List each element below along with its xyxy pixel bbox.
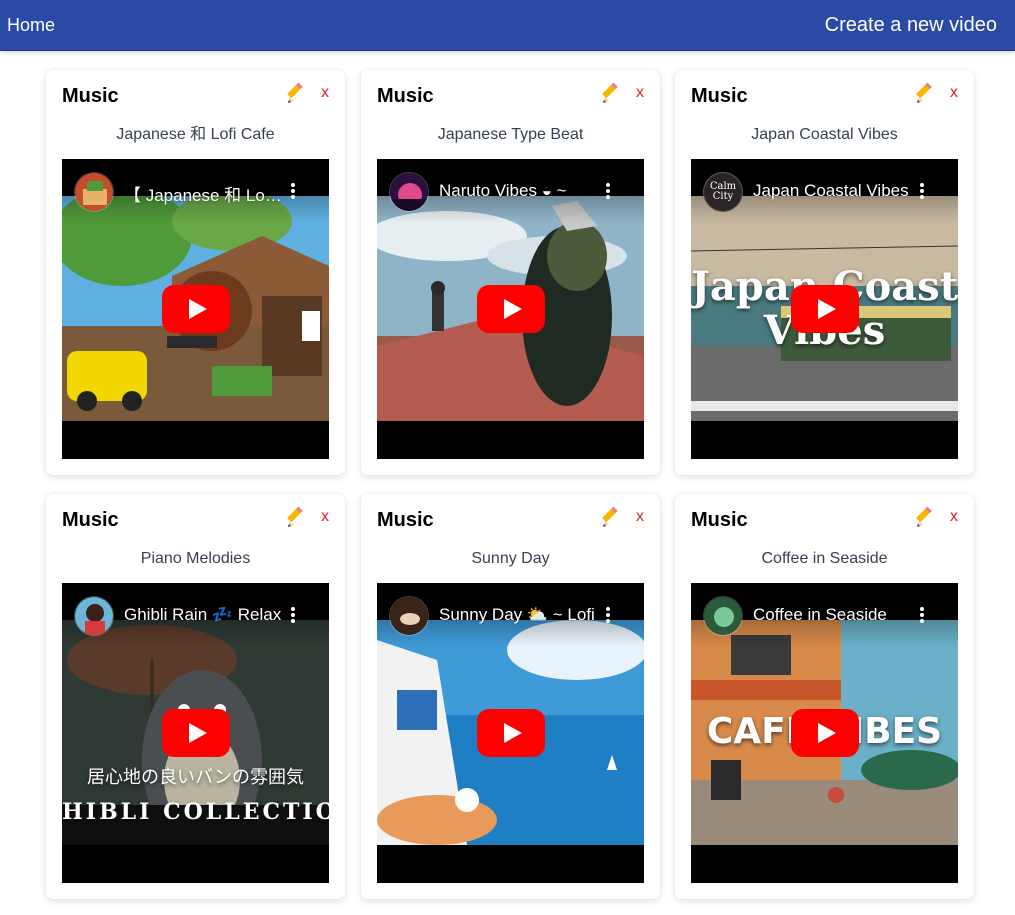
video-player[interactable]: CAFE VIBES Coffee in Seaside <box>691 583 958 883</box>
kebab-menu-icon[interactable] <box>600 183 616 199</box>
kebab-menu-icon[interactable] <box>914 607 930 623</box>
delete-button[interactable]: x <box>950 508 958 526</box>
pencil-icon[interactable] <box>285 82 309 106</box>
home-link[interactable]: Home <box>7 15 55 36</box>
create-video-link[interactable]: Create a new video <box>825 14 997 37</box>
youtube-play-icon[interactable] <box>162 709 230 757</box>
video-player[interactable]: Sunny Day ⛅ ~ Lofi <box>377 583 644 883</box>
video-player[interactable]: Japan Coastal Vibes Calm City Japan Coas… <box>691 159 958 459</box>
video-title[interactable]: Japan Coastal Vibes <box>753 181 913 201</box>
video-title[interactable]: Sunny Day ⛅ ~ Lofi <box>439 605 599 625</box>
youtube-play-icon[interactable] <box>791 709 859 757</box>
youtube-play-icon[interactable] <box>162 285 230 333</box>
card-title: Japan Coastal Vibes <box>751 126 898 143</box>
video-card: Music x Coffee in Seaside CAFE VIBES Cof… <box>675 494 974 899</box>
card-title: Piano Melodies <box>140 550 251 567</box>
video-title[interactable]: 【 Japanese 和 Lofi Cafe <box>124 181 284 206</box>
card-category: Music <box>691 509 748 531</box>
delete-button[interactable]: x <box>636 508 644 526</box>
card-category: Music <box>62 85 119 107</box>
youtube-play-icon[interactable] <box>477 285 545 333</box>
pencil-icon[interactable] <box>285 506 309 530</box>
video-card: Music x Japanese Type Beat Naruto Vibes … <box>361 70 660 475</box>
channel-avatar[interactable] <box>389 596 429 636</box>
kebab-menu-icon[interactable] <box>285 183 301 199</box>
pencil-icon[interactable] <box>600 82 624 106</box>
video-title[interactable]: Ghibli Rain 💤 Relax <box>124 605 284 625</box>
card-category: Music <box>62 509 119 531</box>
card-title: Japanese 和 Lofi Cafe <box>116 126 275 143</box>
thumbnail-overlay-line2: HIBLI COLLECTIO <box>62 799 329 825</box>
channel-avatar[interactable]: Calm City <box>703 172 743 212</box>
youtube-play-icon[interactable] <box>477 709 545 757</box>
kebab-menu-icon[interactable] <box>600 607 616 623</box>
pencil-icon[interactable] <box>600 506 624 530</box>
video-card: Music x Japan Coastal Vibes Japan Coasta… <box>675 70 974 475</box>
video-card: Music x Piano Melodies 居心地の良いバンの雰囲気 HIBL… <box>46 494 345 899</box>
video-player[interactable]: 居心地の良いバンの雰囲気 HIBLI COLLECTIO Ghibli Rain… <box>62 583 329 883</box>
video-card: Music x Japanese 和 Lofi Cafe 【 Japanese … <box>46 70 345 475</box>
youtube-play-icon[interactable] <box>791 285 859 333</box>
channel-avatar[interactable] <box>703 596 743 636</box>
pencil-icon[interactable] <box>914 82 938 106</box>
video-player[interactable]: Naruto Vibes ◒ ~ <box>377 159 644 459</box>
kebab-menu-icon[interactable] <box>285 607 301 623</box>
delete-button[interactable]: x <box>321 508 329 526</box>
card-category: Music <box>691 85 748 107</box>
video-title[interactable]: Coffee in Seaside <box>753 605 913 625</box>
delete-button[interactable]: x <box>321 84 329 102</box>
card-category: Music <box>377 85 434 107</box>
delete-button[interactable]: x <box>950 84 958 102</box>
delete-button[interactable]: x <box>636 84 644 102</box>
top-navbar: Home Create a new video <box>0 0 1015 51</box>
channel-avatar-label: Calm City <box>709 181 737 202</box>
video-card: Music x Sunny Day Sunny Day ⛅ ~ Lofi <box>361 494 660 899</box>
card-category: Music <box>377 509 434 531</box>
card-title: Coffee in Seaside <box>761 550 888 567</box>
channel-avatar[interactable] <box>389 172 429 212</box>
kebab-menu-icon[interactable] <box>914 183 930 199</box>
video-title[interactable]: Naruto Vibes ◒ ~ <box>439 181 599 201</box>
channel-avatar[interactable] <box>74 596 114 636</box>
pencil-icon[interactable] <box>914 506 938 530</box>
video-player[interactable]: 【 Japanese 和 Lofi Cafe <box>62 159 329 459</box>
card-title: Sunny Day <box>471 550 550 567</box>
channel-avatar[interactable] <box>74 172 114 212</box>
thumbnail-overlay-line1: 居心地の良いバンの雰囲気 <box>87 767 304 788</box>
card-title: Japanese Type Beat <box>437 126 584 143</box>
